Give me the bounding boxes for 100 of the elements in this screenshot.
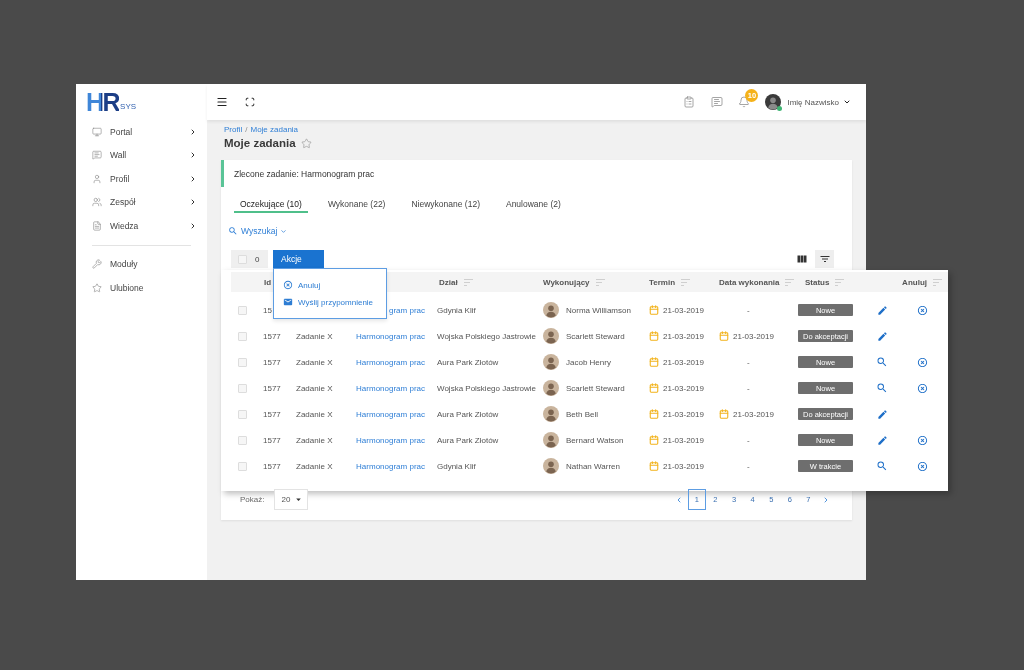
table-cell: 1577	[263, 357, 281, 367]
calendar-icon	[649, 357, 659, 367]
search-icon[interactable]	[876, 460, 888, 472]
page-size-label: Pokaż:	[240, 495, 265, 504]
table-cell: 1577	[263, 461, 281, 471]
column-header[interactable]: Id	[264, 277, 272, 287]
page-size-select[interactable]: 20	[274, 489, 309, 510]
calendar-icon	[719, 409, 729, 419]
column-header[interactable]: Anuluj	[902, 277, 927, 287]
tab[interactable]: Anulowane (2)	[499, 196, 567, 213]
tab[interactable]: Wykonane (22)	[321, 196, 392, 213]
task-link[interactable]: Harmonogram prac	[356, 409, 425, 419]
checkbox[interactable]	[238, 331, 247, 341]
user-icon	[92, 173, 102, 184]
checkbox[interactable]	[238, 409, 247, 419]
cancel-icon[interactable]	[917, 434, 928, 446]
task-link[interactable]: Harmonogram prac	[356, 357, 425, 367]
bell-icon[interactable]	[738, 96, 751, 108]
column-header[interactable]: Wykonujący	[543, 277, 590, 287]
page-title: Moje zadania	[224, 136, 296, 150]
avatar-icon	[543, 458, 559, 474]
search-icon[interactable]	[876, 356, 888, 368]
avatar-icon	[543, 432, 559, 448]
logo-text: HR	[86, 92, 120, 112]
search-icon	[228, 226, 238, 236]
checkbox[interactable]	[238, 254, 247, 264]
sidebar-item[interactable]: Portal	[76, 120, 207, 144]
column-header[interactable]: Dział	[439, 277, 458, 287]
column-header[interactable]: Status	[805, 277, 830, 287]
date-text: 21-03-2019	[663, 409, 704, 419]
cancel-icon[interactable]	[917, 356, 928, 368]
pencil-icon[interactable]	[876, 304, 888, 316]
pencil-icon[interactable]	[876, 434, 888, 446]
breadcrumb-link[interactable]: Moje zadania	[250, 125, 299, 135]
tab[interactable]: Oczekujące (10)	[234, 196, 308, 213]
checkbox[interactable]	[238, 435, 247, 445]
checkbox[interactable]	[238, 383, 247, 393]
table-cell: Zadanie X	[296, 331, 333, 341]
actions-button[interactable]: Akcje	[273, 250, 324, 268]
sidebar-item[interactable]: Profil	[76, 167, 207, 191]
chat-icon[interactable]	[711, 96, 724, 108]
checkbox[interactable]	[238, 357, 247, 367]
filter-button[interactable]	[815, 250, 834, 268]
sidebar-item[interactable]: Wiedza	[76, 214, 207, 238]
checkbox[interactable]	[238, 461, 247, 471]
logo-subtext: SYS	[120, 103, 137, 112]
avatar-icon	[543, 380, 559, 396]
document-icon	[92, 220, 102, 231]
fullscreen-icon[interactable]	[245, 97, 255, 107]
calendar-icon	[649, 461, 659, 471]
task-link[interactable]: Harmonogram prac	[356, 461, 425, 471]
date-text: 21-03-2019	[663, 357, 704, 367]
task-link[interactable]: Harmonogram prac	[356, 331, 425, 341]
sidebar-item[interactable]: Moduły	[76, 252, 207, 276]
pencil-icon[interactable]	[876, 408, 888, 420]
calendar-icon	[719, 331, 729, 341]
sidebar-item[interactable]: Zespół	[76, 190, 207, 214]
date-text: 21-03-2019	[663, 305, 704, 315]
table-cell: Zadanie X	[296, 435, 333, 445]
cancel-icon[interactable]	[917, 382, 928, 394]
table-cell: Wojska Polskiego Jastrowie	[437, 383, 536, 393]
breadcrumb-link[interactable]: Profil	[224, 125, 243, 135]
clipboard-icon[interactable]	[683, 96, 696, 108]
chevron-down-icon[interactable]	[843, 98, 851, 106]
cancel-icon[interactable]	[917, 460, 928, 472]
table-cell: Zadanie X	[296, 461, 333, 471]
chevron-right-icon[interactable]	[822, 495, 830, 504]
task-link[interactable]: Harmonogram prac	[356, 383, 425, 393]
users-icon	[92, 197, 102, 208]
sidebar-item[interactable]: Ulubione	[76, 276, 207, 300]
user-name[interactable]: Imię Nazwisko	[787, 97, 839, 107]
search-icon[interactable]	[876, 382, 888, 394]
star-icon[interactable]	[300, 137, 312, 149]
menu-item[interactable]: Anuluj	[283, 279, 386, 291]
table-cell: 1577	[263, 383, 281, 393]
performer-name: Nathan Warren	[566, 461, 620, 471]
pencil-icon[interactable]	[876, 330, 888, 342]
column-header[interactable]: Termin	[649, 277, 676, 287]
performer-name: Bernard Watson	[566, 435, 624, 445]
table-cell: Gdynia Klif	[437, 305, 476, 315]
cancel-icon[interactable]	[917, 304, 928, 316]
task-link[interactable]: gram prac	[389, 305, 425, 315]
wrench-icon	[92, 259, 102, 270]
performer-name: Scarlett Steward	[566, 331, 625, 341]
columns-icon[interactable]	[796, 253, 808, 265]
menu-item[interactable]: Wyślij przypomnienie	[283, 296, 386, 308]
tab[interactable]: Niewykonane (12)	[405, 196, 486, 213]
calendar-icon	[649, 435, 659, 445]
date-text: 21-03-2019	[663, 331, 704, 341]
table-cell: 1577	[263, 435, 281, 445]
table-cell: Aura Park Złotów	[437, 357, 499, 367]
task-link[interactable]: Harmonogram prac	[356, 435, 425, 445]
menu-icon[interactable]	[216, 96, 228, 108]
checkbox[interactable]	[238, 305, 247, 315]
column-header[interactable]: Data wykonania	[719, 277, 780, 287]
sidebar-item[interactable]: Wall	[76, 143, 207, 167]
performer-name: Scarlett Steward	[566, 383, 625, 393]
empty-date-text: -	[747, 383, 750, 393]
search-toggle[interactable]: Wyszukaj	[228, 225, 288, 237]
avatar-icon	[543, 406, 559, 422]
